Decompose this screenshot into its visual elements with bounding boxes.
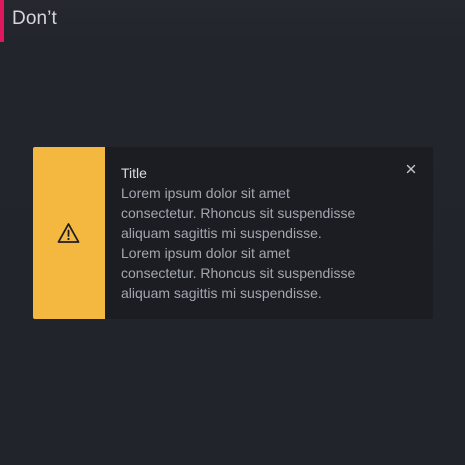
section-title: Don’t — [12, 8, 57, 29]
body-line: consectetur. Rhoncus sit suspendisse — [121, 205, 356, 221]
notification-content: Title Lorem ipsum dolor sit amet consect… — [121, 164, 391, 303]
notification-title: Title — [121, 165, 147, 181]
notification-body: Lorem ipsum dolor sit amet consectetur. … — [121, 183, 391, 303]
close-icon — [406, 164, 416, 174]
body-line: Lorem ipsum dolor sit amet — [121, 185, 290, 201]
body-line: aliquam sagittis mi suspendisse. — [121, 225, 322, 241]
warning-notification: Title Lorem ipsum dolor sit amet consect… — [33, 147, 433, 319]
page: Don’t Title Lorem ipsum dolor sit amet c… — [0, 0, 465, 465]
section-header: Don’t — [0, 0, 465, 42]
notification-icon-panel — [33, 147, 105, 319]
header-accent-bar — [0, 0, 4, 42]
warning-triangle-icon — [57, 223, 80, 243]
body-line: aliquam sagittis mi suspendisse. — [121, 285, 322, 301]
body-line: Lorem ipsum dolor sit amet — [121, 245, 290, 261]
close-button[interactable] — [403, 161, 419, 177]
body-line: consectetur. Rhoncus sit suspendisse — [121, 265, 356, 281]
